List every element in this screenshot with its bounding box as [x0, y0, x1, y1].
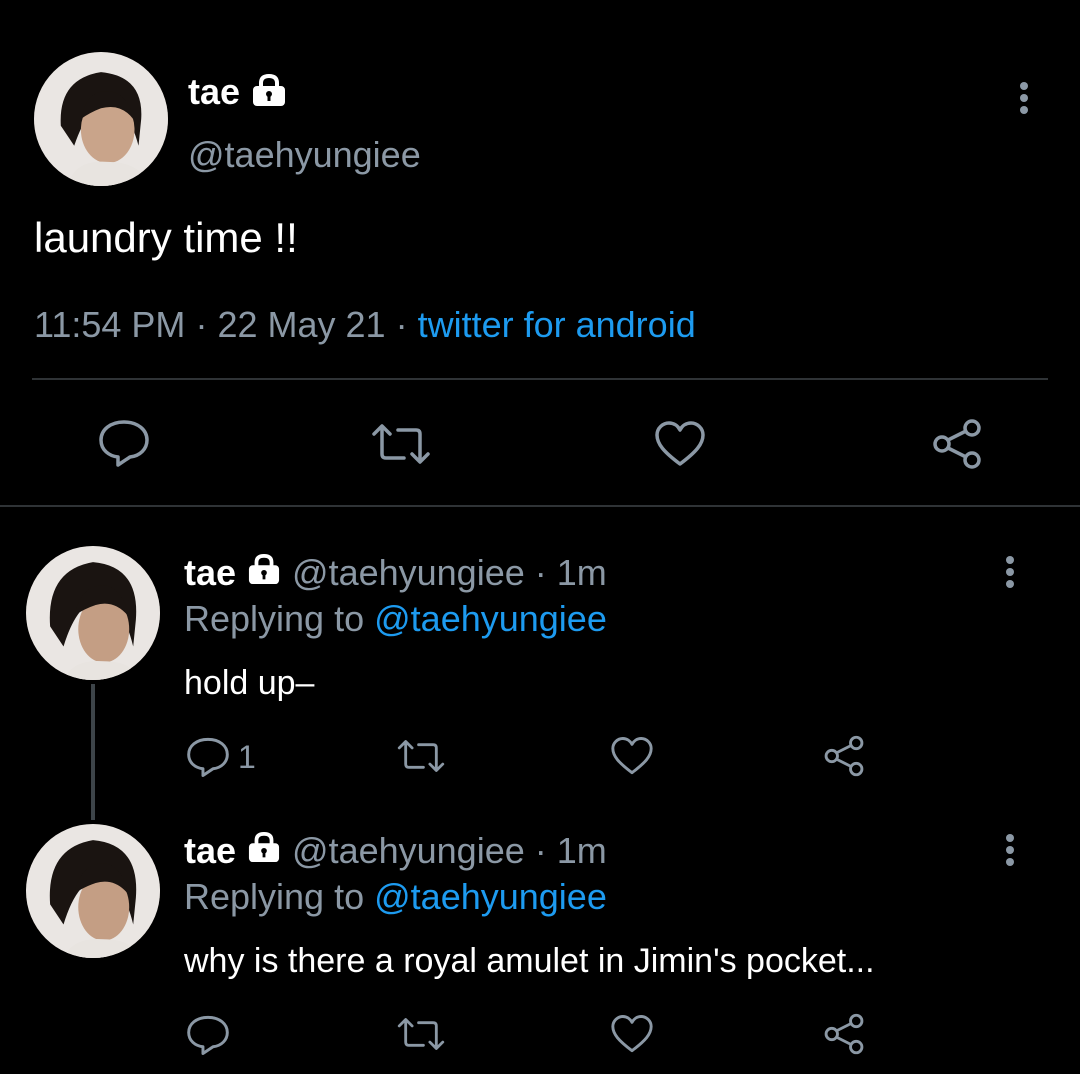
heart-icon: [655, 421, 705, 466]
reply-button[interactable]: [98, 418, 150, 468]
retweet-button[interactable]: [396, 1016, 446, 1052]
more-icon[interactable]: [1006, 556, 1014, 592]
tweet-meta: 11:54 PM · 22 May 21 · twitter for andro…: [34, 304, 696, 346]
tweet-age[interactable]: 1m: [557, 830, 607, 872]
lock-icon: [246, 830, 282, 872]
reply-count: 1: [238, 738, 256, 775]
tweet-text: why is there a royal amulet in Jimin's p…: [184, 942, 875, 980]
replying-handle[interactable]: @taehyungiee: [374, 598, 607, 639]
reply-icon: [99, 420, 149, 467]
display-name[interactable]: tae: [184, 552, 236, 594]
replying-to: Replying to @taehyungiee: [184, 876, 607, 918]
handle[interactable]: @taehyungiee: [188, 134, 421, 176]
display-name[interactable]: tae: [184, 830, 236, 872]
avatar[interactable]: [26, 824, 160, 958]
display-name[interactable]: tae: [188, 71, 240, 113]
retweet-icon: [397, 740, 445, 772]
reply-icon: [187, 737, 229, 777]
tweet-text: hold up–: [184, 664, 315, 702]
retweet-icon: [372, 424, 430, 464]
reply-button[interactable]: 1: [186, 736, 256, 778]
handle[interactable]: @taehyungiee: [292, 830, 525, 872]
replying-label: Replying to: [184, 598, 365, 639]
replying-to: Replying to @taehyungiee: [184, 598, 607, 640]
meta-separator: ·: [395, 304, 408, 345]
like-button[interactable]: [654, 420, 706, 468]
like-button[interactable]: [610, 1014, 654, 1054]
avatar-image: [34, 52, 168, 186]
like-button[interactable]: [610, 736, 654, 776]
lock-icon: [250, 73, 288, 112]
reply-icon: [187, 1015, 229, 1055]
share-icon: [933, 419, 981, 469]
meta-separator: ·: [534, 830, 547, 871]
lock-icon: [246, 552, 282, 594]
retweet-button[interactable]: [370, 422, 432, 466]
replying-handle[interactable]: @taehyungiee: [374, 876, 607, 917]
tweet-source[interactable]: twitter for android: [418, 304, 696, 345]
handle[interactable]: @taehyungiee: [292, 552, 525, 594]
replying-label: Replying to: [184, 876, 365, 917]
more-icon[interactable]: [1020, 82, 1028, 118]
avatar[interactable]: [34, 52, 168, 186]
tweet-time: 11:54 PM: [34, 304, 186, 345]
tweet-age[interactable]: 1m: [557, 552, 607, 594]
retweet-icon: [397, 1018, 445, 1050]
avatar-image: [26, 824, 160, 958]
share-icon: [824, 735, 864, 777]
share-button[interactable]: [930, 418, 984, 470]
heart-icon: [611, 737, 653, 775]
share-button[interactable]: [822, 1012, 866, 1056]
thread-line: [91, 684, 95, 820]
divider: [32, 378, 1048, 380]
avatar-image: [26, 546, 160, 680]
section-divider: [0, 505, 1080, 507]
meta-separator: ·: [534, 552, 547, 593]
tweet-text: laundry time !!: [34, 214, 298, 261]
reply-button[interactable]: [186, 1014, 230, 1056]
meta-separator: ·: [195, 304, 208, 345]
share-icon: [824, 1013, 864, 1055]
heart-icon: [611, 1015, 653, 1053]
tweet-date: 22 May 21: [217, 304, 386, 345]
more-icon[interactable]: [1006, 834, 1014, 870]
retweet-button[interactable]: [396, 738, 446, 774]
share-button[interactable]: [822, 734, 866, 778]
avatar[interactable]: [26, 546, 160, 680]
